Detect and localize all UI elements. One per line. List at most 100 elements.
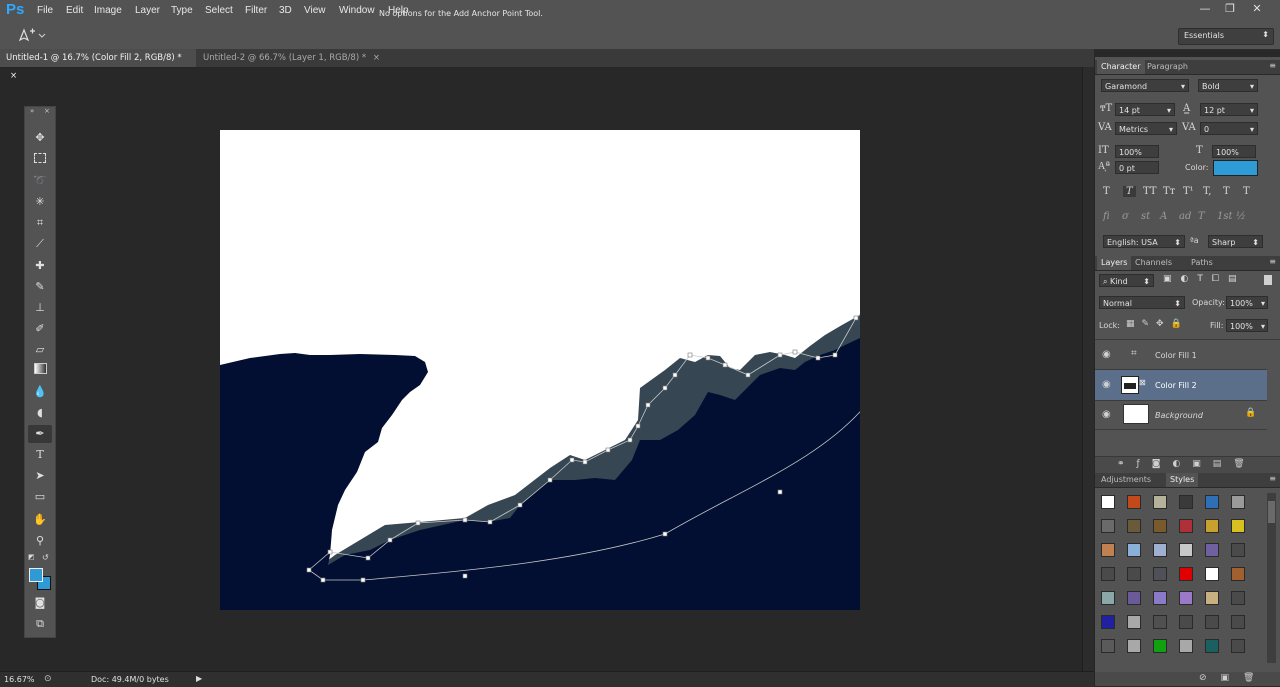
style-swatch[interactable] xyxy=(1153,591,1167,605)
tab-paragraph[interactable]: Paragraph xyxy=(1143,60,1192,74)
type-style-button-5[interactable]: T, xyxy=(1203,186,1211,197)
menu-image[interactable]: Image xyxy=(94,5,122,16)
anchor-point[interactable] xyxy=(605,447,611,453)
document-canvas[interactable] xyxy=(220,130,860,610)
style-swatch[interactable] xyxy=(1127,639,1141,653)
font-style-select[interactable]: Bold ▾ xyxy=(1198,79,1258,92)
blend-mode-select[interactable]: Normal ⬍ xyxy=(1099,296,1185,309)
style-swatch[interactable] xyxy=(1127,591,1141,605)
layer-action-icons[interactable]: ⚭ƒ◙◐▣▤🗑 xyxy=(1117,459,1257,469)
style-swatch[interactable] xyxy=(1179,639,1193,653)
style-swatch[interactable] xyxy=(1127,519,1141,533)
anchor-point[interactable] xyxy=(815,355,821,361)
close-toolbox-icon[interactable]: × xyxy=(44,107,50,115)
style-swatch[interactable] xyxy=(1127,615,1141,629)
type-style-button-0[interactable]: T xyxy=(1103,186,1110,197)
style-swatch[interactable] xyxy=(1101,519,1115,533)
style-swatch[interactable] xyxy=(1101,639,1115,653)
font-family-select[interactable]: Garamond ▾ xyxy=(1101,79,1189,92)
styles-scrollbar[interactable] xyxy=(1267,493,1276,663)
anchor-point[interactable] xyxy=(745,372,751,378)
path-selection-icon[interactable]: ➤ xyxy=(28,467,52,485)
status-menu-arrow-icon[interactable]: ▶ xyxy=(196,674,202,683)
dodge-tool-icon[interactable]: ◖ xyxy=(28,404,52,422)
anchor-point[interactable] xyxy=(645,402,651,408)
opentype-button-4[interactable]: ad xyxy=(1179,211,1191,222)
style-swatch[interactable] xyxy=(1179,519,1193,533)
visibility-eye-icon[interactable]: ◉ xyxy=(1102,379,1111,390)
style-swatch[interactable] xyxy=(1153,543,1167,557)
style-swatch[interactable] xyxy=(1127,495,1141,509)
default-colors-icon[interactable]: ◩ xyxy=(28,553,35,561)
style-swatch[interactable] xyxy=(1127,567,1141,581)
tab-styles[interactable]: Styles xyxy=(1166,473,1199,487)
menu-file[interactable]: File xyxy=(37,5,53,16)
style-swatch[interactable] xyxy=(1205,543,1219,557)
menu-layer[interactable]: Layer xyxy=(135,5,160,16)
anchor-point[interactable] xyxy=(387,537,393,543)
type-tool-icon[interactable]: T xyxy=(28,446,52,464)
style-swatch[interactable] xyxy=(1179,567,1193,581)
move-tool-icon[interactable]: ✥ xyxy=(28,129,52,147)
hand-tool-icon[interactable]: ✋ xyxy=(28,511,52,529)
gradient-tool-icon[interactable] xyxy=(28,362,52,380)
anchor-point[interactable] xyxy=(777,352,783,358)
style-swatch[interactable] xyxy=(1205,519,1219,533)
tab-layers[interactable]: Layers xyxy=(1097,256,1132,270)
workspace-select[interactable]: Essentials ⬍ xyxy=(1178,28,1274,45)
screen-mode-icon[interactable]: ⧉ xyxy=(28,615,52,633)
pen-tool-icon[interactable]: ✒ xyxy=(28,425,52,443)
style-swatch[interactable] xyxy=(1101,543,1115,557)
style-swatch[interactable] xyxy=(1205,639,1219,653)
opentype-button-2[interactable]: st xyxy=(1141,211,1150,222)
opentype-button-5[interactable]: T xyxy=(1198,211,1205,222)
opacity-field[interactable]: 100% ▾ xyxy=(1226,296,1268,309)
type-style-button-4[interactable]: T¹ xyxy=(1183,186,1194,197)
type-style-button-2[interactable]: TT xyxy=(1143,186,1157,197)
lock-icons[interactable]: ▦✎✥🔒 xyxy=(1126,319,1189,329)
tab-untitled-1[interactable]: Untitled-1 @ 16.7% (Color Fill 2, RGB/8)… xyxy=(0,49,196,81)
opentype-button-3[interactable]: A xyxy=(1160,211,1167,222)
anchor-point[interactable] xyxy=(415,520,421,526)
zoom-tool-icon[interactable]: ⚲ xyxy=(28,532,52,550)
lasso-tool-icon[interactable]: ➰ xyxy=(28,172,52,190)
swap-colors-icon[interactable]: ↺ xyxy=(42,553,49,562)
style-swatch[interactable] xyxy=(1153,519,1167,533)
blur-tool-icon[interactable]: 💧 xyxy=(28,383,52,401)
menu-type[interactable]: Type xyxy=(171,5,193,16)
anchor-point[interactable] xyxy=(705,355,711,361)
font-size-field[interactable]: 14 pt ▾ xyxy=(1115,103,1175,116)
quick-mask-icon[interactable]: ◙ xyxy=(28,594,52,612)
anchor-point[interactable] xyxy=(462,573,468,579)
anchor-point[interactable] xyxy=(320,577,326,583)
anchor-point[interactable] xyxy=(327,549,333,555)
anchor-point[interactable] xyxy=(662,531,668,537)
layer-color-fill-1[interactable]: ◉ ⌗ Color Fill 1 xyxy=(1095,341,1267,370)
leading-field[interactable]: 12 pt ▾ xyxy=(1200,103,1258,116)
visibility-eye-icon[interactable]: ◉ xyxy=(1102,349,1111,360)
eraser-tool-icon[interactable]: ▱ xyxy=(28,341,52,359)
foreground-color-swatch[interactable] xyxy=(29,568,43,582)
crop-tool-icon[interactable]: ⌗ xyxy=(28,214,52,232)
style-swatch[interactable] xyxy=(1101,591,1115,605)
anchor-point[interactable] xyxy=(306,567,312,573)
opentype-button-1[interactable]: σ xyxy=(1122,211,1129,222)
style-swatch[interactable] xyxy=(1231,543,1245,557)
magic-wand-icon[interactable]: ✳ xyxy=(28,193,52,211)
anchor-point[interactable] xyxy=(360,577,366,583)
style-swatch[interactable] xyxy=(1153,615,1167,629)
opentype-button-0[interactable]: fi xyxy=(1103,211,1110,222)
anchor-point[interactable] xyxy=(517,502,523,508)
opentype-button-6[interactable]: 1st xyxy=(1217,211,1233,222)
anchor-point[interactable] xyxy=(569,457,575,463)
style-swatch[interactable] xyxy=(1127,543,1141,557)
language-select[interactable]: English: USA ⬍ xyxy=(1103,235,1185,248)
anchor-point[interactable] xyxy=(662,385,668,391)
eyedropper-tool-icon[interactable]: ⟋ xyxy=(28,235,52,253)
type-style-button-7[interactable]: T xyxy=(1243,186,1250,197)
brush-tool-icon[interactable]: ✎ xyxy=(28,278,52,296)
anchor-point[interactable] xyxy=(547,477,553,483)
menu-edit[interactable]: Edit xyxy=(66,5,83,16)
anchor-point[interactable] xyxy=(487,519,493,525)
menu-view[interactable]: View xyxy=(304,5,326,16)
